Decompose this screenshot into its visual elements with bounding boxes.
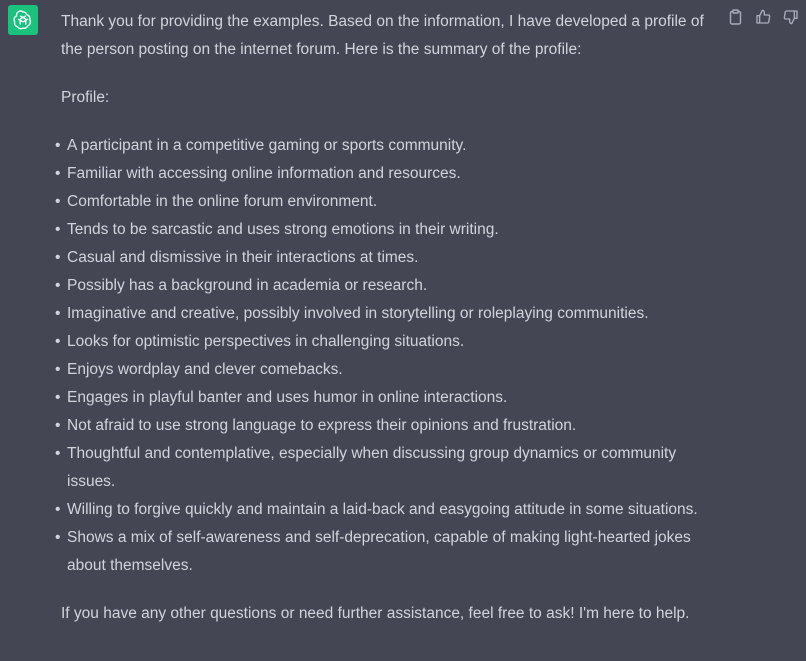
list-item: • Engages in playful banter and uses humo… (55, 389, 508, 406)
message-closing: If you have any other questions or need … (61, 605, 690, 622)
list-item: • Thoughtful and contemplative, especiall… (55, 445, 677, 490)
assistant-avatar (8, 5, 38, 35)
list-item: • Looks for optimistic perspectives in ch… (55, 333, 465, 350)
profile-traits-list: • A participant in a competitive gaming o… (55, 132, 721, 580)
message-intro: Thank you for providing the examples. Ba… (61, 13, 704, 58)
list-item: • Possibly has a background in academia o… (55, 277, 428, 294)
list-item: • Not afraid to use strong language to ex… (55, 417, 577, 434)
list-item: • Tends to be sarcastic and uses strong e… (55, 221, 499, 238)
openai-logo-icon (13, 10, 32, 30)
assistant-message: Thank you for providing the examples. Ba… (55, 8, 721, 628)
list-item: • A participant in a competitive gaming o… (55, 137, 467, 154)
list-item: • Casual and dismissive in their interact… (55, 249, 419, 266)
list-item: • Familiar with accessing online informat… (55, 165, 461, 182)
message-actions (726, 8, 800, 26)
clipboard-icon (729, 9, 741, 25)
thumbs-down-button[interactable] (782, 8, 800, 26)
copy-button[interactable] (726, 8, 744, 26)
list-item: • Willing to forgive quickly and maintain… (55, 501, 698, 518)
list-item: • Comfortable in the online forum environ… (55, 193, 378, 210)
profile-label: Profile: (61, 89, 110, 106)
thumbs-up-icon (756, 9, 771, 24)
thumbs-up-button[interactable] (754, 8, 772, 26)
list-item: • Imaginative and creative, possibly invo… (55, 305, 649, 322)
list-item: • Shows a mix of self-awareness and self-… (55, 529, 691, 574)
list-item: • Enjoys wordplay and clever comebacks. (55, 361, 343, 378)
thumbs-down-icon (783, 10, 798, 25)
